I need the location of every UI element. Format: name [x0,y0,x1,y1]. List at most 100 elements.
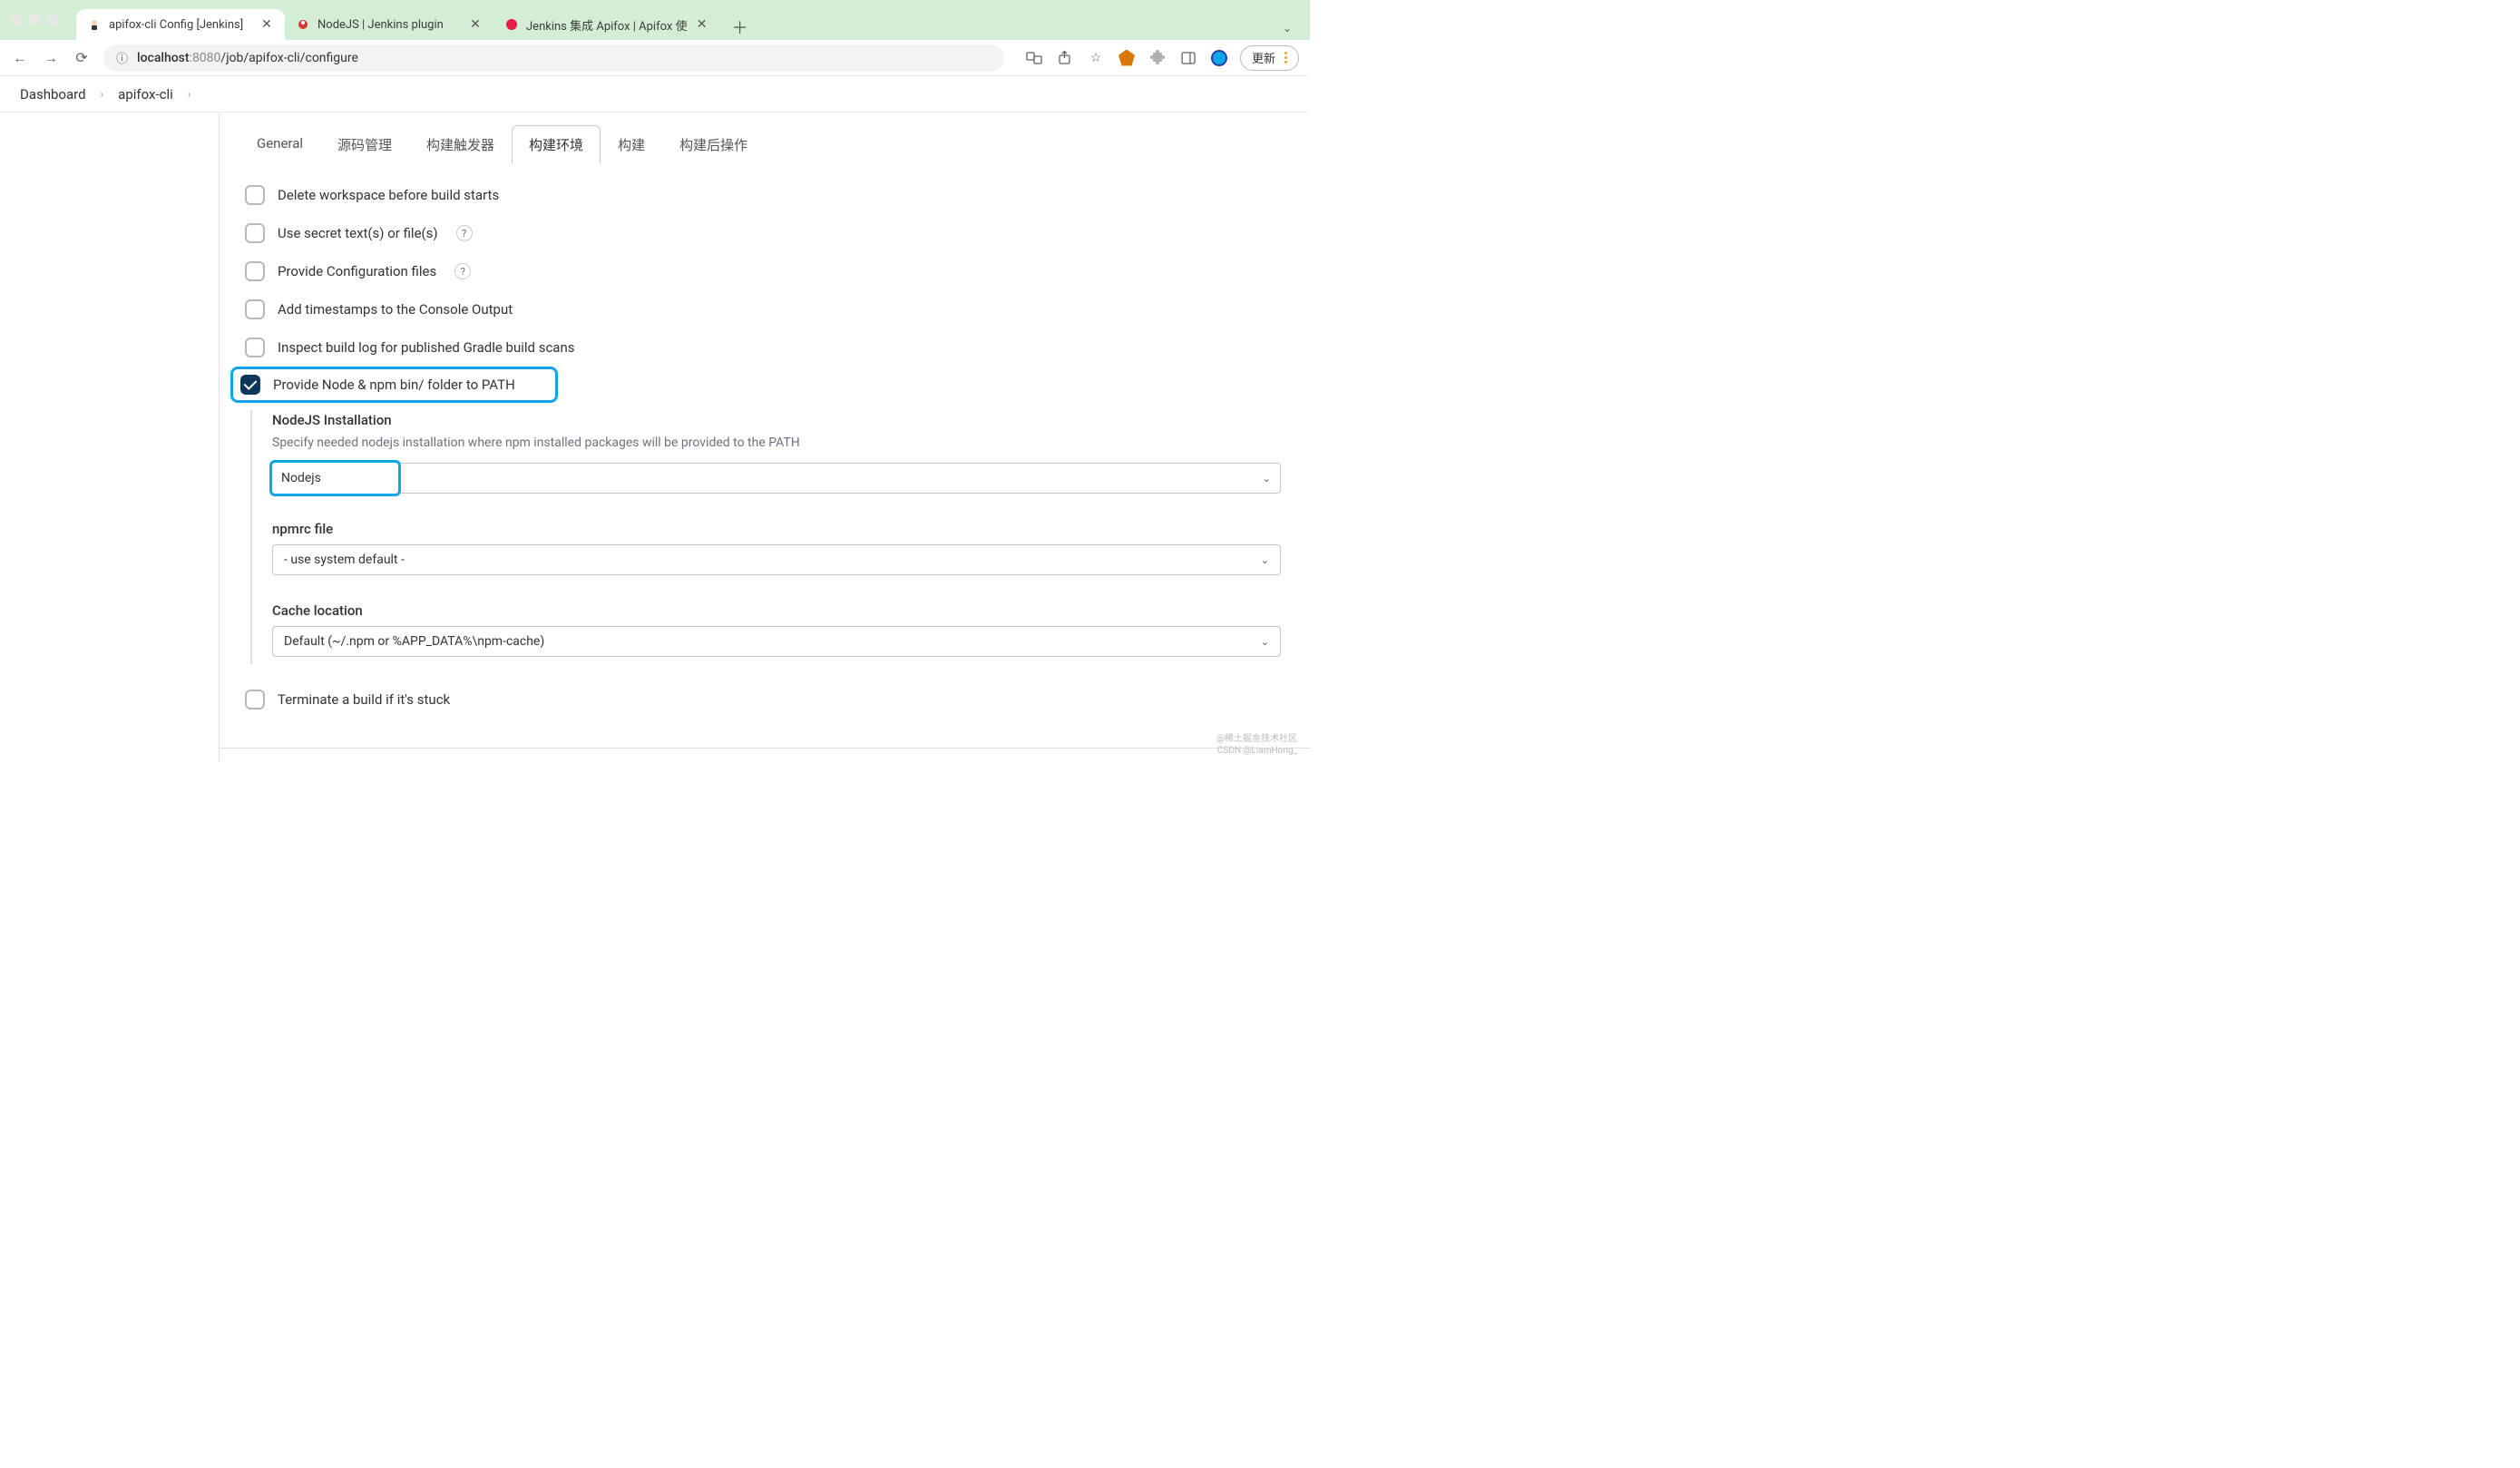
jenkins-icon [87,17,102,32]
checkbox[interactable] [245,261,265,281]
breadcrumb-job[interactable]: apifox-cli [118,86,173,103]
footer-buttons: 保存 应用 [220,749,1310,762]
help-icon[interactable]: ? [454,263,471,279]
checkbox[interactable] [245,223,265,243]
tab-close-icon[interactable]: ✕ [695,17,709,32]
browser-tab-1[interactable]: NodeJS | Jenkins plugin ✕ [285,9,493,40]
option-label: Delete workspace before build starts [278,187,499,203]
npmrc-select[interactable]: - use system default - ⌄ [272,544,1281,575]
url-input[interactable]: ⓘ localhost:8080/job/apifox-cli/configur… [103,44,1004,72]
npmrc-value: - use system default - [284,553,405,567]
share-icon[interactable] [1055,48,1075,68]
option-gradle-scan[interactable]: Inspect build log for published Gradle b… [239,328,1290,367]
checkbox[interactable] [245,299,265,319]
cache-value: Default (~/.npm or %APP_DATA%\npm-cache) [284,634,544,649]
cache-select-wrap: Default (~/.npm or %APP_DATA%\npm-cache)… [272,626,1281,657]
window-controls [11,15,58,25]
option-label: Inspect build log for published Gradle b… [278,339,575,356]
main-area: General 源码管理 构建触发器 构建环境 构建 构建后操作 Delete … [0,113,1310,762]
config-tabs: General 源码管理 构建触发器 构建环境 构建 构建后操作 [220,113,1310,165]
chevron-down-icon: ⌄ [1261,636,1269,648]
tab-title: NodeJS | Jenkins plugin [317,18,461,32]
close-window-icon[interactable] [11,15,22,25]
extensions-icon[interactable] [1148,48,1167,68]
translate-icon[interactable] [1024,48,1044,68]
tab-post-build[interactable]: 构建后操作 [662,125,765,164]
chevron-right-icon: › [188,88,191,101]
tab-build[interactable]: 构建 [601,125,662,164]
browser-header: apifox-cli Config [Jenkins] ✕ NodeJS | J… [0,0,1310,40]
jenkins-icon [296,17,310,32]
checkbox[interactable] [245,338,265,357]
tab-scm[interactable]: 源码管理 [320,125,409,164]
tab-title: apifox-cli Config [Jenkins] [109,18,252,32]
option-label: Provide Configuration files [278,263,436,279]
nodejs-select-wrap: ⌄ Nodejs [272,463,1281,494]
option-secret-text[interactable]: Use secret text(s) or file(s) ? [239,214,1290,252]
url-text: localhost:8080/job/apifox-cli/configure [137,51,358,65]
url-bar: ← → ⟳ ⓘ localhost:8080/job/apifox-cli/co… [0,40,1310,76]
tab-close-icon[interactable]: ✕ [259,17,274,32]
breadcrumb-dashboard[interactable]: Dashboard [20,86,86,103]
back-button[interactable]: ← [11,49,29,67]
left-sidebar [0,113,220,762]
browser-tab-0[interactable]: apifox-cli Config [Jenkins] ✕ [76,9,285,40]
toolbar-actions: ☆ 更新 [1024,45,1299,71]
forward-button[interactable]: → [42,49,60,67]
cache-select[interactable]: Default (~/.npm or %APP_DATA%\npm-cache)… [272,626,1281,657]
breadcrumb: Dashboard › apifox-cli › [0,76,1310,113]
bookmark-icon[interactable]: ☆ [1086,48,1106,68]
build-env-options: Delete workspace before build starts Use… [220,165,1310,737]
npmrc-label: npmrc file [272,521,1290,537]
watermark: @稀土掘金技术社区 CSDN @LiamHong_ [1216,733,1297,757]
chevron-right-icon: › [101,88,104,101]
update-button[interactable]: 更新 [1240,45,1299,71]
nodejs-install-desc: Specify needed nodejs installation where… [272,436,1290,450]
cache-label: Cache location [272,602,1290,619]
minimize-window-icon[interactable] [29,15,40,25]
highlighted-option: Provide Node & npm bin/ folder to PATH [230,367,558,403]
option-label: Terminate a build if it's stuck [278,691,450,708]
checkbox[interactable] [245,185,265,205]
update-label: 更新 [1252,49,1275,66]
new-tab-button[interactable]: ＋ [728,15,753,40]
nodejs-sub-section: NodeJS Installation Specify needed nodej… [250,410,1290,664]
tab-close-icon[interactable]: ✕ [468,17,483,32]
browser-tabs-bar: apifox-cli Config [Jenkins] ✕ NodeJS | J… [76,0,1299,40]
content-scroll[interactable]: General 源码管理 构建触发器 构建环境 构建 构建后操作 Delete … [220,113,1310,762]
option-delete-workspace[interactable]: Delete workspace before build starts [239,176,1290,214]
reload-button[interactable]: ⟳ [73,49,91,67]
watermark-line2: CSDN @LiamHong_ [1216,745,1297,757]
tab-build-env[interactable]: 构建环境 [512,125,601,164]
menu-dots-icon [1284,52,1287,64]
metamask-extension-icon[interactable] [1117,48,1137,68]
sidepanel-icon[interactable] [1178,48,1198,68]
option-timestamps[interactable]: Add timestamps to the Console Output [239,290,1290,328]
option-terminate[interactable]: Terminate a build if it's stuck [239,680,1290,719]
nodejs-select[interactable]: ⌄ [272,463,1281,494]
tabs-overflow-icon[interactable]: ⌄ [1275,16,1299,40]
option-config-files[interactable]: Provide Configuration files ? [239,252,1290,290]
maximize-window-icon[interactable] [47,15,58,25]
profile-icon[interactable] [1209,48,1229,68]
chevron-down-icon: ⌄ [1261,554,1269,566]
npmrc-select-wrap: - use system default - ⌄ [272,544,1281,575]
help-icon[interactable]: ? [456,225,473,241]
watermark-line1: @稀土掘金技术社区 [1216,733,1297,745]
option-node-path[interactable]: Provide Node & npm bin/ folder to PATH [240,375,515,395]
tab-general[interactable]: General [239,125,320,164]
nodejs-install-label: NodeJS Installation [272,412,1290,428]
checkbox-checked[interactable] [240,375,260,395]
content-area: General 源码管理 构建触发器 构建环境 构建 构建后操作 Delete … [220,113,1310,762]
apifox-icon [504,17,519,32]
option-label: Add timestamps to the Console Output [278,301,513,318]
browser-tab-2[interactable]: Jenkins 集成 Apifox | Apifox 使 ✕ [493,9,720,40]
tab-triggers[interactable]: 构建触发器 [409,125,512,164]
checkbox[interactable] [245,690,265,710]
option-label: Use secret text(s) or file(s) [278,225,438,241]
site-info-icon[interactable]: ⓘ [116,49,128,66]
tab-title: Jenkins 集成 Apifox | Apifox 使 [526,16,688,34]
option-label: Provide Node & npm bin/ folder to PATH [273,377,515,393]
chevron-down-icon: ⌄ [1263,473,1271,484]
nodejs-select-highlight[interactable]: Nodejs [269,460,401,496]
